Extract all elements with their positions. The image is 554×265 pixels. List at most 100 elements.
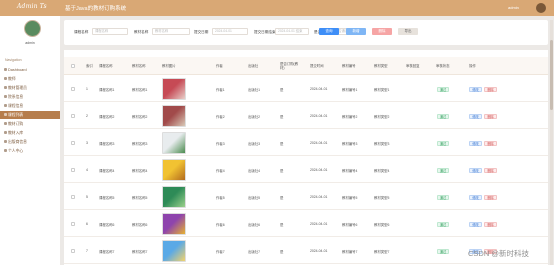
edit-button[interactable]: 修改 xyxy=(469,195,482,200)
status-badge: 通过 xyxy=(437,141,449,146)
edit-button[interactable]: 修改 xyxy=(469,168,482,173)
delete-row-button[interactable]: 删除 xyxy=(484,168,497,173)
row-checkbox[interactable] xyxy=(71,249,75,253)
cell-type: 教材类型4 xyxy=(374,169,390,173)
course-name-input[interactable]: 课程名称 xyxy=(92,28,128,35)
th-reply: 审核回复 xyxy=(406,64,420,68)
cell-code: 教材编号6 xyxy=(342,223,358,227)
cell-index: 6 xyxy=(86,222,88,226)
table-row[interactable]: 3 课程名称3 教材名称3 作者3 出版社3 是 2024-04-01 教材编号3 教材类型3 通… xyxy=(64,130,548,156)
table-row[interactable]: 4 课程名称4 教材名称4 作者4 出版社4 是 2024-04-01 教材编号4 教材类型4 通… xyxy=(64,157,548,183)
edit-button[interactable]: 修改 xyxy=(469,222,482,227)
book-name-input[interactable]: 教材名称 xyxy=(152,28,190,35)
cell-code: 教材编号5 xyxy=(342,196,358,200)
menu-icon xyxy=(4,95,7,98)
cell-date: 2024-04-01 xyxy=(310,168,328,172)
cell-ordered: 是 xyxy=(280,223,284,227)
cell-book: 教材名称5 xyxy=(132,196,148,200)
delete-row-button[interactable]: 删除 xyxy=(484,195,497,200)
sidebar: admin Navigation Dashboard 教师 教材管理员 院系信息 课程信… xyxy=(0,16,60,265)
avatar[interactable] xyxy=(536,3,546,13)
cell-course: 课程名称3 xyxy=(99,142,115,146)
sidebar-item-label: 出版商信息 xyxy=(8,140,27,144)
sidebar-item[interactable]: 出版商信息 xyxy=(0,138,60,146)
submit-date-end-input[interactable]: 2024-04-01 结束 xyxy=(275,28,309,35)
table-header: 索引 课程名称 教材名称 教材图片 作者 出版社 是否订购(教材) 提交时间 教… xyxy=(64,57,548,75)
cell-author: 作者3 xyxy=(216,142,225,146)
scrollbar-thumb[interactable] xyxy=(550,40,553,110)
table-row[interactable]: 5 课程名称5 教材名称5 作者5 出版社5 是 2024-04-01 教材编号5 教材类型5 通… xyxy=(64,184,548,210)
menu-icon xyxy=(4,149,7,152)
row-checkbox[interactable] xyxy=(71,168,75,172)
delete-row-button[interactable]: 删除 xyxy=(484,87,497,92)
delete-row-button[interactable]: 删除 xyxy=(484,141,497,146)
label-book-name: 教材名称 xyxy=(134,30,149,34)
th-image: 教材图片 xyxy=(162,64,176,68)
book-cover-image[interactable] xyxy=(162,186,186,208)
edit-button[interactable]: 修改 xyxy=(469,87,482,92)
sidebar-item[interactable]: 教材管理员 xyxy=(0,84,60,92)
cell-date: 2024-04-01 xyxy=(310,141,328,145)
status-badge: 通过 xyxy=(437,195,449,200)
row-checkbox[interactable] xyxy=(71,114,75,118)
row-checkbox[interactable] xyxy=(71,87,75,91)
edit-button[interactable]: 修改 xyxy=(469,114,482,119)
cell-book: 教材名称7 xyxy=(132,250,148,254)
delete-button[interactable]: 删除 xyxy=(372,28,392,35)
menu-icon xyxy=(4,86,7,89)
th-type: 教材类型 xyxy=(374,64,388,68)
delete-row-button[interactable]: 删除 xyxy=(484,222,497,227)
book-cover-image[interactable] xyxy=(162,78,186,100)
label-course-name: 课程名称 xyxy=(74,30,89,34)
table-row[interactable]: 2 课程名称2 教材名称2 作者2 出版社2 是 2024-04-01 教材编号2 教材类型2 通… xyxy=(64,103,548,129)
edit-button[interactable]: 修改 xyxy=(469,141,482,146)
book-cover-image[interactable] xyxy=(162,213,186,235)
sidebar-item[interactable]: 课程信息 xyxy=(0,102,60,110)
sidebar-item[interactable]: 个人中心 xyxy=(0,147,60,155)
app-logo[interactable]: Admin Ts xyxy=(17,3,47,10)
sidebar-item[interactable]: 教材订购 xyxy=(0,120,60,128)
cell-course: 课程名称2 xyxy=(99,115,115,119)
sidebar-item[interactable]: 教材入库 xyxy=(0,129,60,137)
row-checkbox[interactable] xyxy=(71,141,75,145)
book-cover-image[interactable] xyxy=(162,105,186,127)
cell-author: 作者7 xyxy=(216,250,225,254)
cell-date: 2024-04-01 xyxy=(310,114,328,118)
cell-index: 1 xyxy=(86,87,88,91)
table-row[interactable]: 1 课程名称1 教材名称1 作者1 出版社1 是 2024-04-01 教材编号1 教材类型1 通… xyxy=(64,76,548,102)
book-cover-image[interactable] xyxy=(162,159,186,181)
cell-code: 教材编号3 xyxy=(342,142,358,146)
sidebar-item[interactable]: Dashboard xyxy=(0,66,60,74)
status-badge: 通过 xyxy=(437,114,449,119)
current-user[interactable]: admin xyxy=(508,5,519,10)
cell-type: 教材类型2 xyxy=(374,115,390,119)
system-title: 基于Java的教材订购系统 xyxy=(65,6,127,12)
top-bar: Admin Ts 基于Java的教材订购系统 admin xyxy=(0,0,554,16)
table-row[interactable]: 6 课程名称6 教材名称6 作者6 出版社6 是 2024-04-01 教材编号6 教材类型6 通… xyxy=(64,211,548,237)
cell-index: 5 xyxy=(86,195,88,199)
sidebar-item-label: 教师 xyxy=(8,77,16,81)
book-cover-image[interactable] xyxy=(162,132,186,154)
cell-publisher: 出版社6 xyxy=(248,223,261,227)
cell-ordered: 是 xyxy=(280,169,284,173)
sidebar-item-label: 课程信息 xyxy=(8,104,24,108)
th-book: 教材名称 xyxy=(132,64,146,68)
user-avatar xyxy=(24,20,41,37)
sidebar-item[interactable]: 教师 xyxy=(0,75,60,83)
status-badge: 通过 xyxy=(437,87,449,92)
book-cover-image[interactable] xyxy=(162,240,186,262)
search-button[interactable]: 查询 xyxy=(319,28,339,35)
cell-index: 3 xyxy=(86,141,88,145)
select-all-checkbox[interactable] xyxy=(71,64,75,68)
submit-date-input[interactable]: 2024-04-01 xyxy=(212,28,248,35)
sidebar-item[interactable]: 院系信息 xyxy=(0,93,60,101)
cell-code: 教材编号7 xyxy=(342,250,358,254)
cell-date: 2024-04-01 xyxy=(310,195,328,199)
cell-publisher: 出版社3 xyxy=(248,142,261,146)
sidebar-item[interactable]: 课程列表 xyxy=(0,111,60,119)
export-button[interactable]: 导出 xyxy=(398,28,418,35)
delete-row-button[interactable]: 删除 xyxy=(484,114,497,119)
row-checkbox[interactable] xyxy=(71,222,75,226)
add-button[interactable]: 新增 xyxy=(346,28,366,35)
row-checkbox[interactable] xyxy=(71,195,75,199)
